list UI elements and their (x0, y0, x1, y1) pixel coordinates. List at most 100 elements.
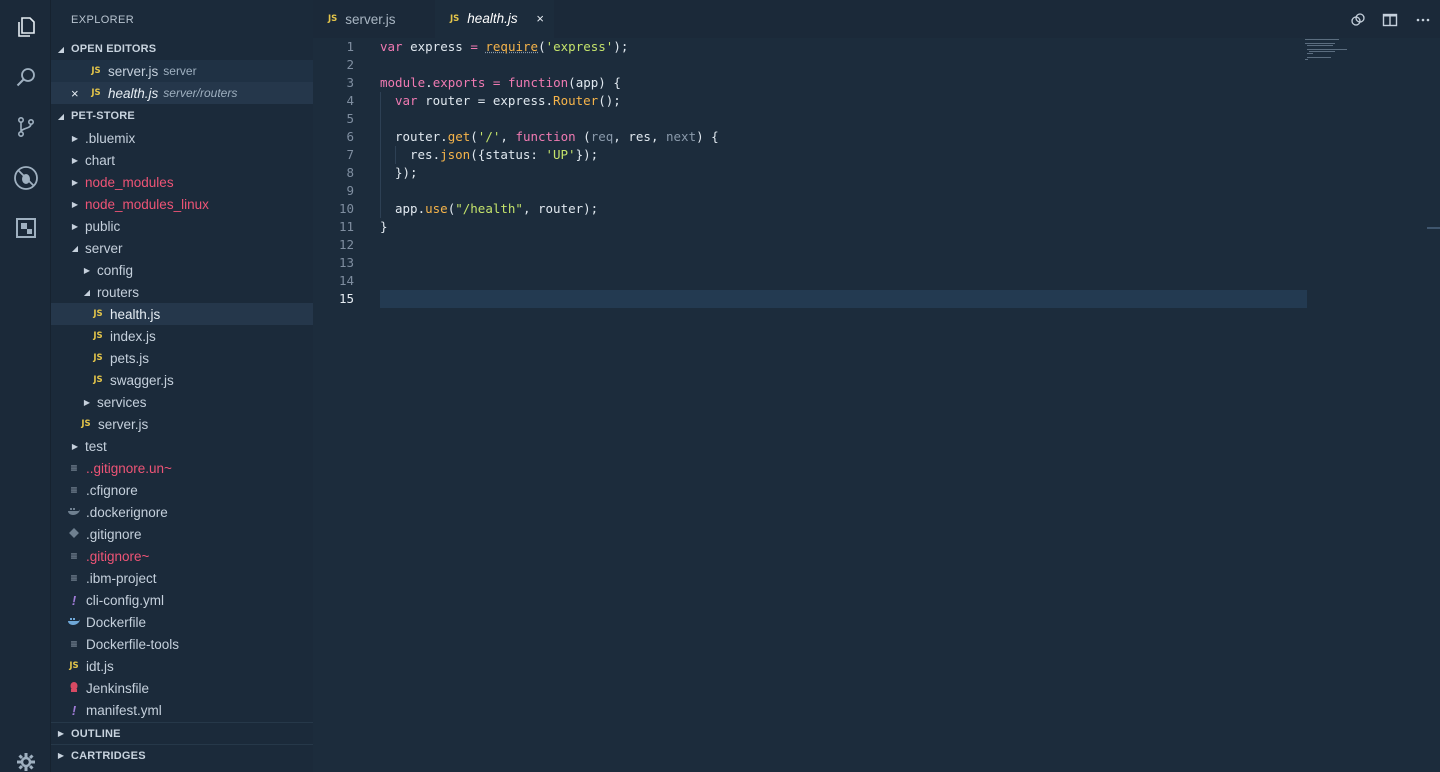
scrollbar-marker[interactable] (1427, 227, 1440, 229)
tree-folder[interactable]: ▶node_modules (51, 171, 313, 193)
more-actions-icon[interactable] (1413, 10, 1433, 30)
line-number: 6 (313, 128, 354, 146)
tree-label: server.js (98, 417, 148, 432)
chevron-down-icon: ◢ (69, 244, 81, 253)
project-header[interactable]: ◢ PET-STORE (51, 105, 313, 127)
tree-file[interactable]: Jenkinsfile (51, 677, 313, 699)
text-file-icon: ≡ (67, 483, 81, 497)
tree-label: index.js (110, 329, 156, 344)
tree-label: swagger.js (110, 373, 174, 388)
js-file-icon: JS (89, 88, 103, 98)
triangle-right-icon: ▶ (51, 751, 71, 760)
tree-file[interactable]: ≡.gitignore~ (51, 545, 313, 567)
project-label: PET-STORE (71, 110, 135, 122)
chevron-right-icon: ▶ (81, 266, 93, 275)
open-editors-header[interactable]: ◢ OPEN EDITORS (51, 38, 313, 60)
tab-bar: JS server.js JS health.js × (313, 0, 1440, 38)
tab-label: health.js (467, 11, 517, 26)
outline-header[interactable]: ▶ OUTLINE (51, 722, 313, 744)
line-number-current: 15 (313, 290, 354, 308)
triangle-down-icon: ◢ (51, 112, 71, 121)
tree-folder[interactable]: ◢routers (51, 281, 313, 303)
line-number: 3 (313, 74, 354, 92)
tree-file[interactable]: .dockerignore (51, 501, 313, 523)
code-editor[interactable]: 1 2 3 4 5 6 7 8 9 10 11 12 13 14 15 var … (313, 38, 1440, 772)
tree-file[interactable]: JS server.js (51, 413, 313, 435)
js-file-icon: JS (79, 419, 93, 429)
tree-file[interactable]: JSswagger.js (51, 369, 313, 391)
tree-label: .gitignore~ (86, 549, 149, 564)
tree-label: server (85, 241, 123, 256)
tree-file[interactable]: JShealth.js (51, 303, 313, 325)
tree-label: Jenkinsfile (86, 681, 149, 696)
code-line: module.exports = function(app) { (380, 74, 621, 92)
chevron-right-icon: ▶ (69, 178, 81, 187)
split-editor-icon[interactable] (1380, 10, 1400, 30)
tree-file[interactable]: .gitignore (51, 523, 313, 545)
tree-label: .gitignore (86, 527, 142, 542)
chevron-right-icon: ▶ (69, 134, 81, 143)
open-changes-icon[interactable] (1348, 10, 1368, 30)
tree-folder[interactable]: ▶chart (51, 149, 313, 171)
tree-folder[interactable]: ▶node_modules_linux (51, 193, 313, 215)
tree-folder[interactable]: ▶public (51, 215, 313, 237)
open-editor-item[interactable]: × JS health.js server/routers (51, 82, 313, 104)
tree-file[interactable]: JSpets.js (51, 347, 313, 369)
search-icon[interactable] (0, 52, 51, 102)
source-control-icon[interactable] (0, 102, 51, 152)
tree-label: .dockerignore (86, 505, 168, 520)
cartridges-header[interactable]: ▶ CARTRIDGES (51, 744, 313, 766)
tree-file[interactable]: ≡..gitignore.un~ (51, 457, 313, 479)
js-file-icon: JS (91, 331, 105, 341)
tree-file[interactable]: !manifest.yml (51, 699, 313, 721)
close-icon[interactable]: × (71, 86, 85, 101)
tree-file[interactable]: Dockerfile (51, 611, 313, 633)
code-line: router.get('/', function (req, res, next… (395, 128, 719, 146)
minimap[interactable] (1305, 38, 1365, 62)
open-editor-filename: server.js (108, 64, 158, 79)
code-line: app.use("/health", router); (395, 200, 598, 218)
open-editor-item[interactable]: JS server.js server (51, 60, 313, 82)
code-line: } (380, 218, 388, 236)
tree-folder[interactable]: ▶test (51, 435, 313, 457)
text-file-icon: ≡ (67, 461, 81, 475)
chevron-down-icon: ◢ (81, 288, 93, 297)
open-editor-path: server (163, 64, 196, 78)
indent-guide (395, 146, 396, 164)
open-editor-path: server/routers (163, 86, 237, 100)
tree-file[interactable]: JS idt.js (51, 655, 313, 677)
tree-label: .ibm-project (86, 571, 157, 586)
js-file-icon: JS (67, 661, 81, 671)
tree-file[interactable]: ≡.ibm-project (51, 567, 313, 589)
tab-label: server.js (345, 12, 395, 27)
line-number: 8 (313, 164, 354, 182)
js-file-icon: JS (91, 353, 105, 363)
tab-health-js[interactable]: JS health.js × (435, 0, 554, 38)
js-file-icon: JS (450, 14, 459, 24)
sidebar-title: EXPLORER (71, 14, 134, 26)
tree-file[interactable]: !cli-config.yml (51, 589, 313, 611)
line-number: 4 (313, 92, 354, 110)
extensions-icon[interactable] (0, 203, 51, 253)
line-number: 7 (313, 146, 354, 164)
tree-label: test (85, 439, 107, 454)
tree-folder[interactable]: ◢ server (51, 237, 313, 259)
chevron-right-icon: ▶ (69, 222, 81, 231)
tree-folder[interactable]: ▶config (51, 259, 313, 281)
current-line-highlight (380, 290, 1307, 308)
jenkins-icon (67, 681, 81, 695)
tree-file[interactable]: ≡.cfignore (51, 479, 313, 501)
gear-icon[interactable] (0, 737, 51, 772)
tree-file[interactable]: ≡Dockerfile-tools (51, 633, 313, 655)
debug-icon[interactable] (0, 153, 51, 203)
tree-folder[interactable]: ▶.bluemix (51, 127, 313, 149)
tab-server-js[interactable]: JS server.js (313, 0, 435, 38)
close-icon[interactable]: × (536, 11, 544, 26)
tree-folder[interactable]: ▶services (51, 391, 313, 413)
js-file-icon: JS (89, 66, 103, 76)
yaml-icon: ! (67, 593, 81, 608)
tree-label: idt.js (86, 659, 114, 674)
explorer-icon[interactable] (0, 2, 51, 52)
line-number: 11 (313, 218, 354, 236)
tree-file[interactable]: JS index.js (51, 325, 313, 347)
